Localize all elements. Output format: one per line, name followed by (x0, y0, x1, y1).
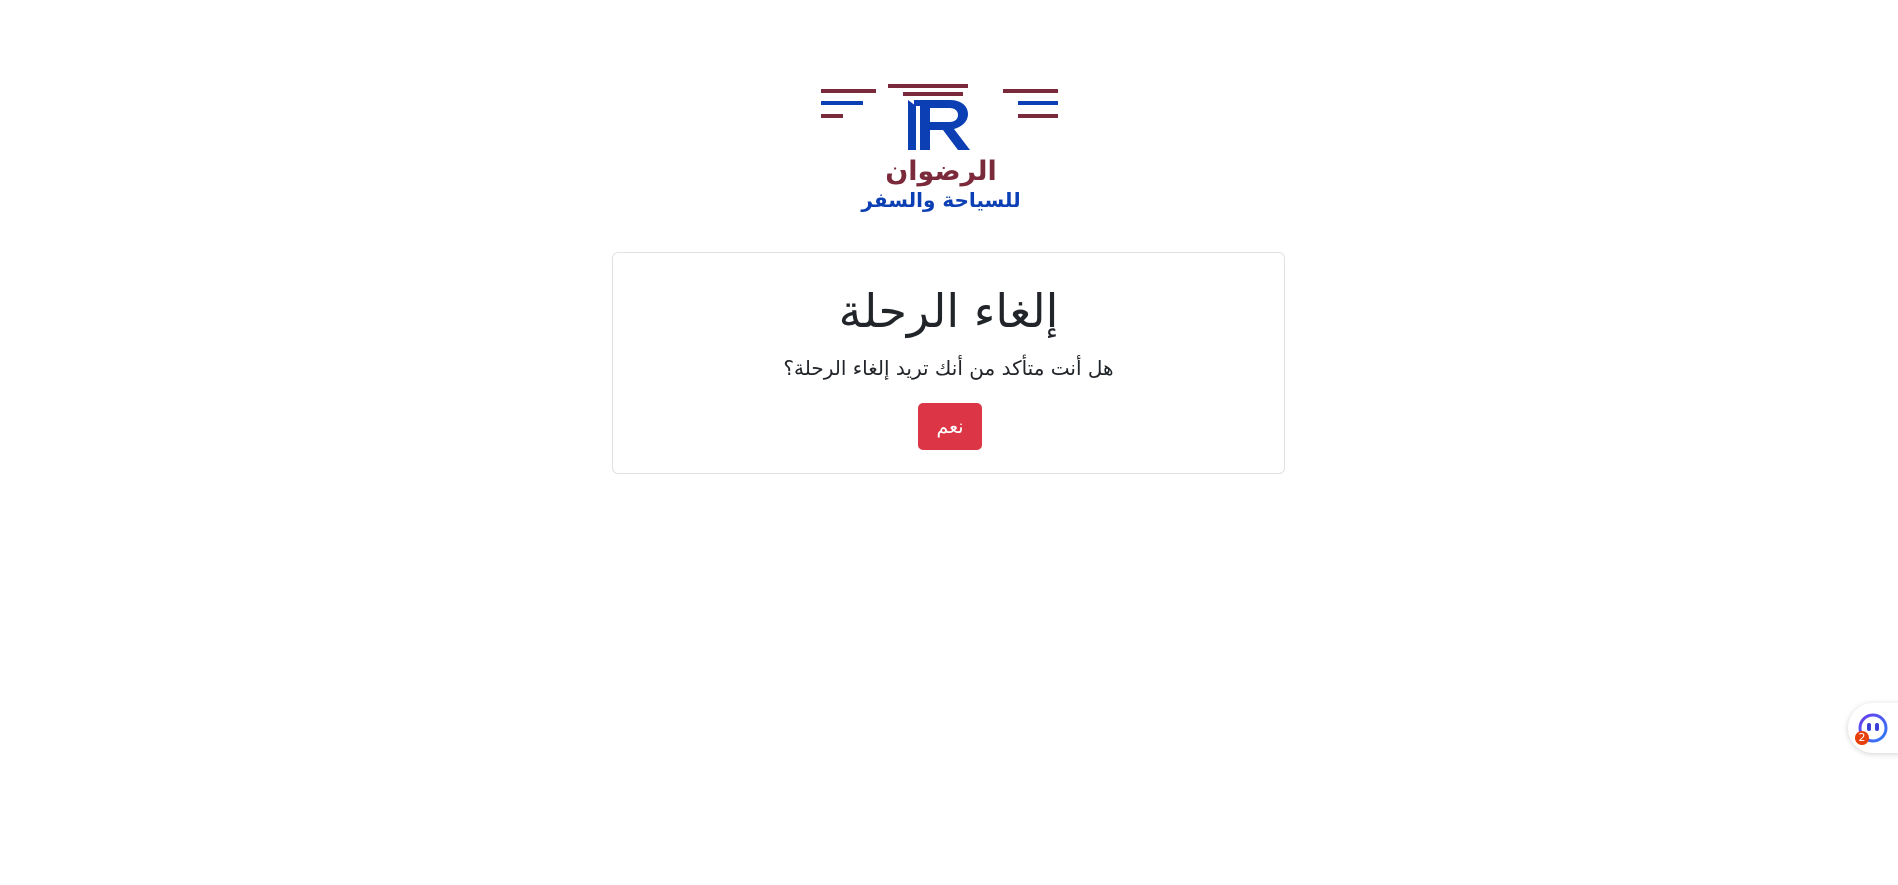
brand-logo: الرضوان للسياحة والسفر (818, 80, 1064, 218)
cancel-trip-card: إلغاء الرحلة هل أنت متأكد من أنك تريد إل… (612, 252, 1285, 474)
logo-mark-icon (821, 84, 1058, 150)
page-title: إلغاء الرحلة (838, 284, 1059, 338)
notification-badge: 2 (1855, 731, 1869, 745)
confirm-cancel-button[interactable]: نعم (918, 403, 982, 450)
confirmation-message: هل أنت متأكد من أنك تريد إلغاء الرحلة؟ (783, 356, 1114, 380)
brand-tagline: للسياحة والسفر (861, 188, 1021, 212)
chat-widget-button[interactable]: 2 (1848, 703, 1898, 753)
brand-name: الرضوان (885, 156, 997, 187)
page: الرضوان للسياحة والسفر إلغاء الرحلة هل أ… (0, 0, 1898, 885)
